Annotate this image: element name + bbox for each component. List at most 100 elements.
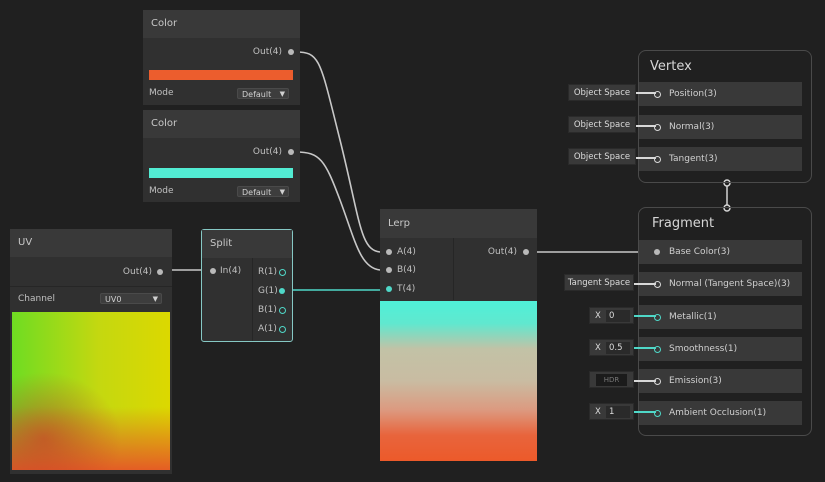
emission-connector	[634, 380, 656, 382]
ao-label: Ambient Occlusion(1)	[669, 408, 767, 418]
mode-label: Mode	[149, 186, 174, 196]
out-port-label: Out(4)	[122, 267, 152, 277]
r-output-label: R(1)	[258, 267, 278, 277]
node-title: Color	[143, 10, 300, 38]
tangent-space-field[interactable]: Object Space	[568, 148, 636, 165]
chevron-down-icon: ▼	[279, 188, 285, 196]
wire-color2-to-lerp-b	[295, 151, 381, 271]
channel-value: UV0	[105, 295, 122, 304]
tangent-label: Tangent(3)	[669, 154, 718, 164]
b-input-port[interactable]	[386, 267, 392, 273]
a-input-port[interactable]	[386, 249, 392, 255]
metallic-input[interactable]: X 0	[589, 307, 634, 324]
metallic-value[interactable]: 0	[606, 310, 630, 322]
lerp-divider	[453, 238, 454, 300]
fragment-slot-metallic[interactable]: Metallic(1)	[639, 305, 802, 329]
smoothness-x-label: X	[595, 343, 601, 353]
vertex-slot-normal[interactable]: Normal(3)	[639, 115, 802, 139]
fragment-stack[interactable]: Fragment Base Color(3) Normal (Tangent S…	[638, 207, 812, 436]
out-port[interactable]	[288, 49, 294, 55]
r-output-port[interactable]	[279, 269, 286, 276]
smoothness-connector	[634, 347, 656, 349]
channel-label: Channel	[18, 294, 55, 304]
in-port[interactable]	[210, 268, 216, 274]
ao-connector	[634, 411, 656, 413]
fragment-slot-ambient-occlusion[interactable]: Ambient Occlusion(1)	[639, 401, 802, 425]
out-port[interactable]	[157, 269, 163, 275]
fragment-slot-base-color[interactable]: Base Color(3)	[639, 240, 802, 264]
metallic-label: Metallic(1)	[669, 312, 717, 322]
fragment-title: Fragment	[652, 216, 715, 231]
out-port-label: Out(4)	[252, 47, 282, 57]
in-port-label: In(4)	[220, 266, 242, 276]
position-connector	[636, 92, 656, 94]
metallic-x-label: X	[595, 311, 601, 321]
node-title: Color	[143, 110, 300, 138]
lerp-node[interactable]: Lerp A(4) B(4) T(4) Out(4)	[380, 209, 537, 461]
smoothness-input[interactable]: X 0.5	[589, 339, 634, 356]
emission-label: Emission(3)	[669, 376, 722, 386]
b-output-port[interactable]	[279, 307, 286, 314]
mode-value: Default	[242, 90, 272, 99]
color-node-cyan[interactable]: Color Out(4) Mode Default ▼	[143, 110, 300, 202]
color-node-orange[interactable]: Color Out(4) Mode Default ▼	[143, 10, 300, 105]
vertex-slot-tangent[interactable]: Tangent(3)	[639, 147, 802, 171]
wire-color1-to-lerp-a	[295, 51, 381, 253]
a-output-port[interactable]	[279, 326, 286, 333]
emission-input[interactable]: HDR	[589, 371, 634, 388]
uv-node[interactable]: UV Out(4) Channel UV0 ▼	[10, 229, 172, 474]
fragment-slot-smoothness[interactable]: Smoothness(1)	[639, 337, 802, 361]
tangent-connector	[636, 157, 656, 159]
separator	[10, 286, 172, 287]
fragment-slot-normal[interactable]: Normal (Tangent Space)(3)	[639, 272, 802, 296]
chevron-down-icon: ▼	[279, 90, 285, 98]
base-color-label: Base Color(3)	[669, 247, 731, 257]
split-divider	[252, 258, 253, 341]
color-swatch[interactable]	[149, 168, 293, 178]
node-title: Lerp	[380, 209, 537, 238]
smoothness-label: Smoothness(1)	[669, 344, 738, 354]
chevron-down-icon: ▼	[152, 295, 158, 303]
smoothness-value[interactable]: 0.5	[606, 342, 630, 354]
ao-x-label: X	[595, 407, 601, 417]
vertex-slot-position[interactable]: Position(3)	[639, 82, 802, 106]
normal-space-field[interactable]: Object Space	[568, 116, 636, 133]
mode-label: Mode	[149, 88, 174, 98]
fragment-slot-emission[interactable]: Emission(3)	[639, 369, 802, 393]
out-port[interactable]	[288, 149, 294, 155]
normal-ts-label: Normal (Tangent Space)(3)	[669, 279, 791, 289]
a-input-label: A(4)	[397, 247, 416, 257]
b-input-label: B(4)	[397, 265, 416, 275]
ao-value[interactable]: 1	[606, 406, 630, 418]
t-input-port[interactable]	[386, 286, 392, 292]
g-output-port[interactable]	[279, 288, 285, 294]
node-title: Split	[202, 230, 292, 258]
mode-value: Default	[242, 188, 272, 197]
position-label: Position(3)	[669, 89, 717, 99]
vertex-title: Vertex	[650, 59, 692, 74]
normal-connector	[636, 125, 656, 127]
normal-label: Normal(3)	[669, 122, 715, 132]
normal-ts-connector	[634, 283, 656, 285]
mode-dropdown[interactable]: Default ▼	[237, 88, 289, 99]
g-output-label: G(1)	[258, 286, 278, 296]
mode-dropdown[interactable]: Default ▼	[237, 186, 289, 197]
position-space-field[interactable]: Object Space	[568, 84, 636, 101]
metallic-connector	[634, 315, 656, 317]
node-title: UV	[10, 229, 172, 257]
base-color-port[interactable]	[654, 249, 660, 255]
channel-dropdown[interactable]: UV0 ▼	[100, 293, 162, 304]
uv-preview	[12, 312, 170, 470]
vertex-stack[interactable]: Vertex Position(3) Normal(3) Tangent(3)	[638, 50, 812, 183]
color-swatch[interactable]	[149, 70, 293, 80]
ao-input[interactable]: X 1	[589, 403, 634, 420]
b-output-label: B(1)	[258, 305, 277, 315]
normal-tangent-space-field[interactable]: Tangent Space	[564, 274, 634, 291]
out-port[interactable]	[523, 249, 529, 255]
out-port-label: Out(4)	[252, 147, 282, 157]
emission-hdr-swatch[interactable]: HDR	[596, 374, 627, 386]
split-node[interactable]: Split In(4) R(1) G(1) B(1) A(1)	[201, 229, 293, 342]
lerp-preview	[380, 301, 537, 461]
a-output-label: A(1)	[258, 324, 277, 334]
t-input-label: T(4)	[397, 284, 416, 294]
